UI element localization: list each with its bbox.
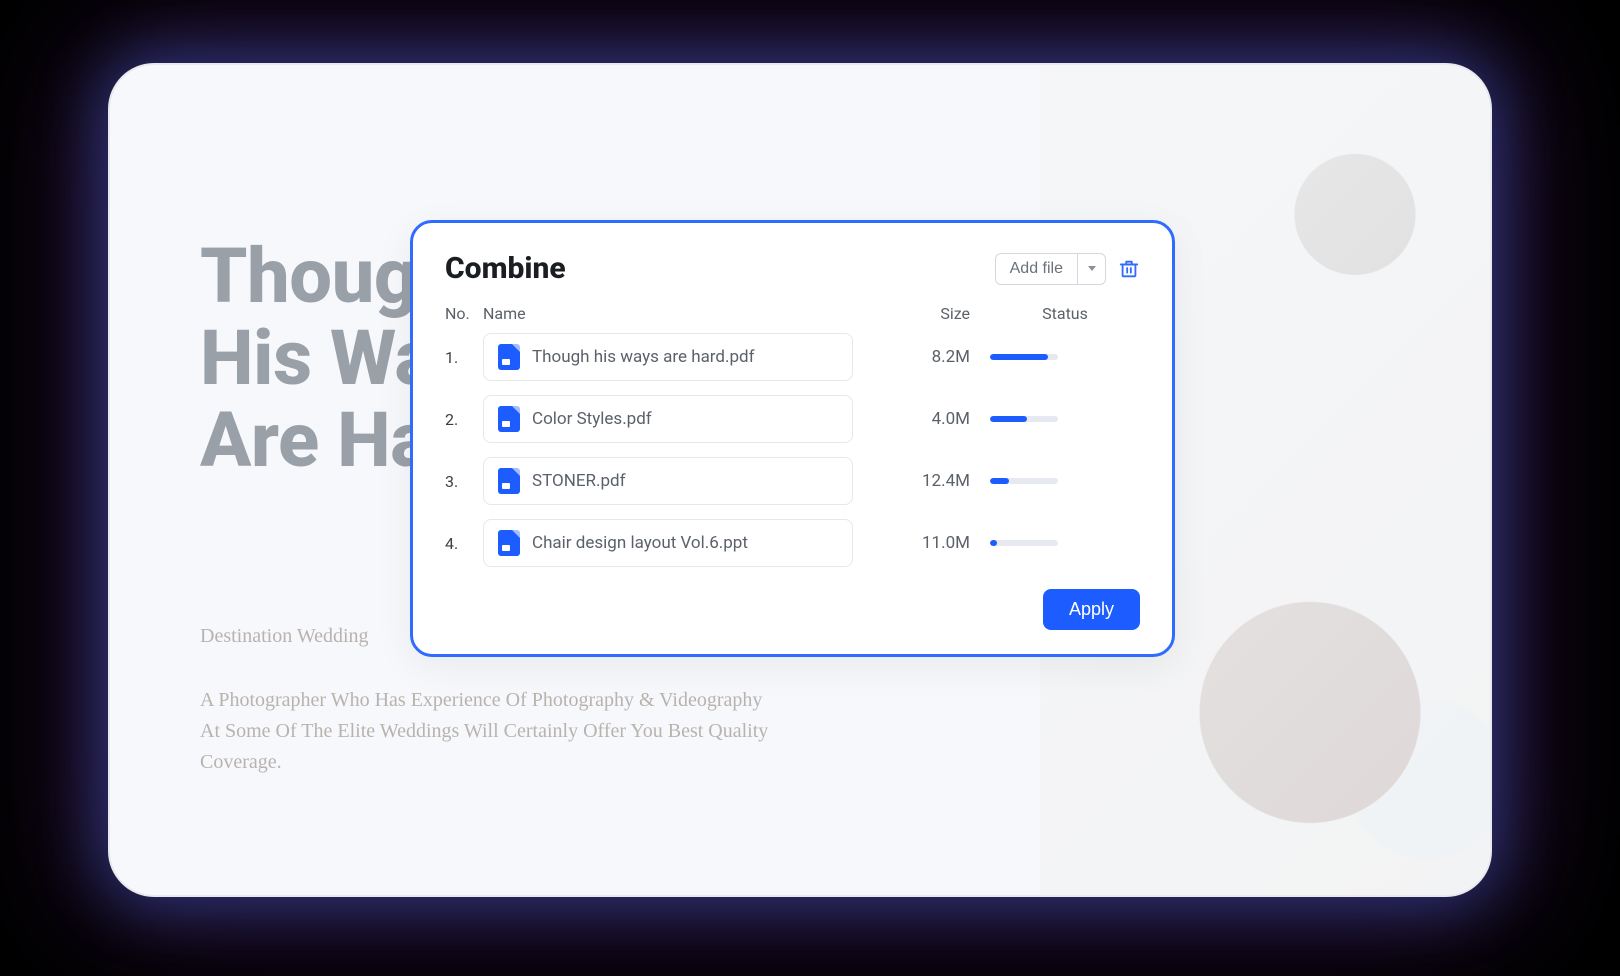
table-row: 1. Though his ways are hard.pdf 8.2M [445,333,1140,381]
file-chip[interactable]: Though his ways are hard.pdf [483,333,853,381]
file-progress [990,540,1140,546]
table-header-row: No. Name Size Status [445,300,1140,333]
file-progress [990,416,1140,422]
row-number: 4. [445,534,483,553]
hero-paragraph: A Photographer Who Has Experience Of Pho… [200,685,780,778]
file-name: Color Styles.pdf [532,409,652,429]
progress-track [990,416,1058,422]
file-name: Chair design layout Vol.6.ppt [532,533,748,553]
progress-track [990,354,1058,360]
dialog-footer: Apply [445,589,1140,630]
file-size: 12.4M [880,471,990,491]
progress-track [990,478,1058,484]
hero-subtitle: Destination Wedding [200,625,369,648]
table-row: 2. Color Styles.pdf 4.0M [445,395,1140,443]
file-list: 1. Though his ways are hard.pdf 8.2M 2. … [445,333,1140,567]
file-icon [498,468,520,494]
add-file-split-button: Add file [995,253,1106,285]
dialog-title: Combine [445,251,566,286]
table-row: 4. Chair design layout Vol.6.ppt 11.0M [445,519,1140,567]
file-size: 11.0M [880,533,990,553]
file-progress [990,478,1140,484]
file-name: Though his ways are hard.pdf [532,347,755,367]
apply-button[interactable]: Apply [1043,589,1140,630]
file-chip[interactable]: Color Styles.pdf [483,395,853,443]
combine-dialog: Combine Add file [410,220,1175,657]
file-chip[interactable]: STONER.pdf [483,457,853,505]
file-icon [498,530,520,556]
progress-bar [990,478,1009,484]
col-no: No. [445,304,483,323]
progress-bar [990,354,1048,360]
add-file-dropdown-button[interactable] [1077,254,1105,284]
file-chip[interactable]: Chair design layout Vol.6.ppt [483,519,853,567]
table-row: 3. STONER.pdf 12.4M [445,457,1140,505]
col-size: Size [880,304,990,323]
col-status: Status [990,304,1140,323]
file-size: 4.0M [880,409,990,429]
progress-track [990,540,1058,546]
file-icon [498,406,520,432]
file-size: 8.2M [880,347,990,367]
row-number: 3. [445,472,483,491]
progress-bar [990,416,1027,422]
delete-icon[interactable] [1118,258,1140,280]
col-name: Name [483,304,880,323]
dialog-header: Combine Add file [445,251,1140,286]
progress-bar [990,540,997,546]
row-number: 2. [445,410,483,429]
add-file-button[interactable]: Add file [996,254,1077,284]
row-number: 1. [445,348,483,367]
file-name: STONER.pdf [532,471,626,491]
document-canvas: Though His Ways Are Hard Destination Wed… [110,65,1490,895]
file-progress [990,354,1140,360]
dialog-header-actions: Add file [995,253,1140,285]
chevron-down-icon [1088,266,1096,271]
file-icon [498,344,520,370]
